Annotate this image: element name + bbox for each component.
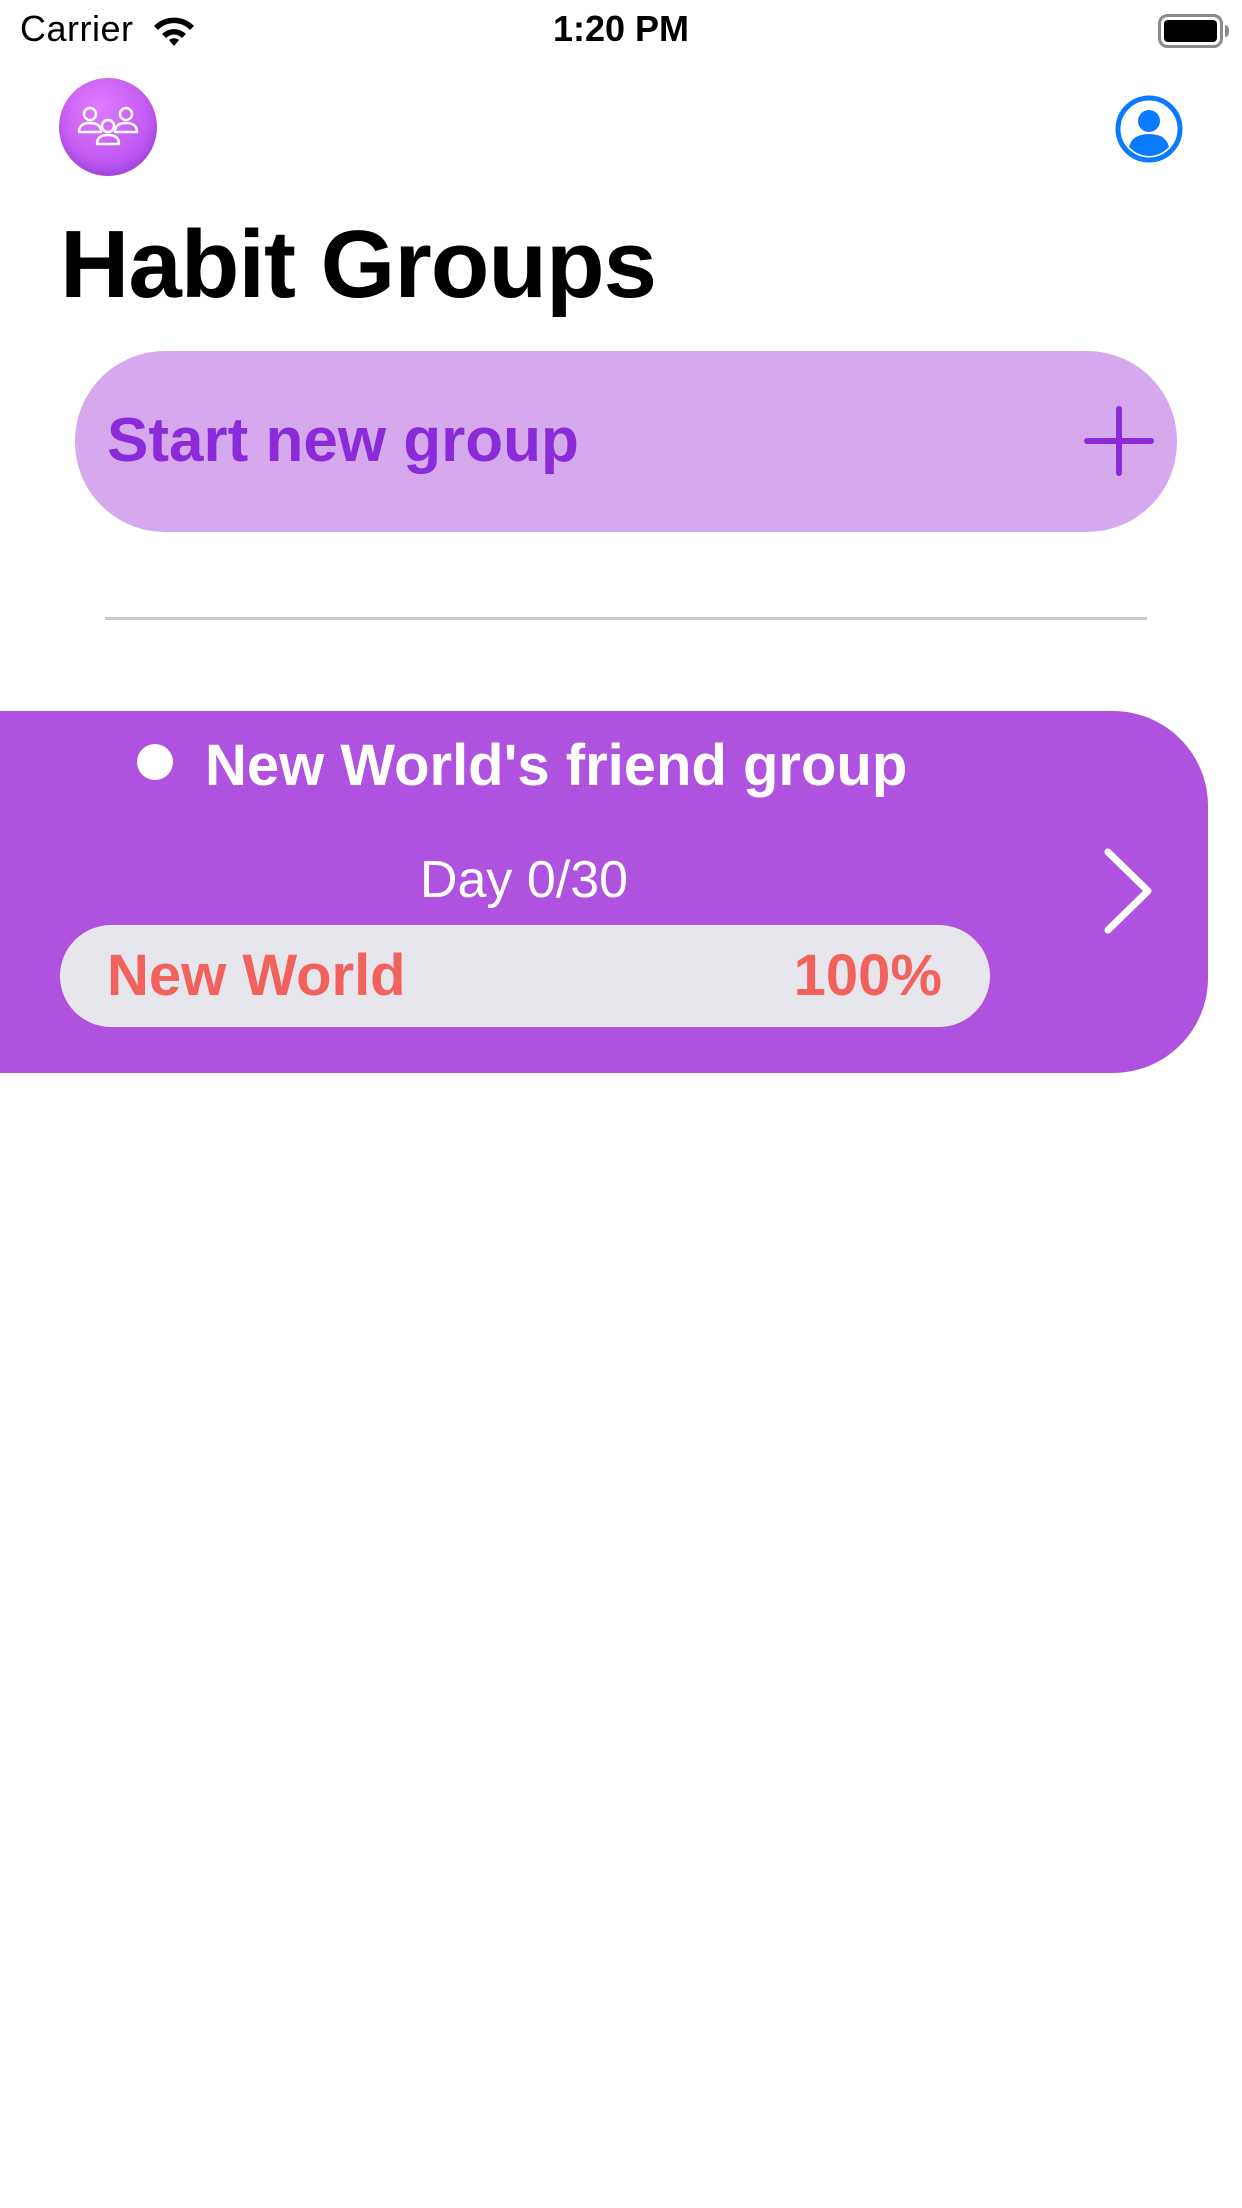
- group-card[interactable]: New World's friend group Day 0/30 New Wo…: [0, 711, 1208, 1073]
- status-time: 1:20 PM: [552, 8, 690, 49]
- screen: Carrier 1:20 PM Habit Groups Start new g…: [0, 0, 1242, 2208]
- member-progress-row: New World 100%: [60, 925, 990, 1027]
- divider: [105, 617, 1147, 620]
- group-bullet-dot: [137, 744, 173, 780]
- chevron-right-icon[interactable]: [1100, 846, 1156, 936]
- day-counter: Day 0/30: [419, 851, 629, 909]
- app-logo: [59, 78, 157, 176]
- group-name: New World's friend group: [205, 733, 908, 798]
- member-percent: 100%: [793, 943, 942, 1008]
- person-circle-icon[interactable]: [1114, 94, 1184, 164]
- battery-full-icon: [1158, 14, 1229, 48]
- start-new-group-label: Start new group: [107, 406, 579, 475]
- group-people-icon: [77, 106, 139, 146]
- plus-icon: [1084, 406, 1154, 476]
- member-name: New World: [107, 943, 406, 1008]
- status-bar: Carrier 1:20 PM: [0, 0, 1242, 62]
- start-new-group-button[interactable]: Start new group: [75, 351, 1177, 532]
- page-title: Habit Groups: [60, 211, 657, 318]
